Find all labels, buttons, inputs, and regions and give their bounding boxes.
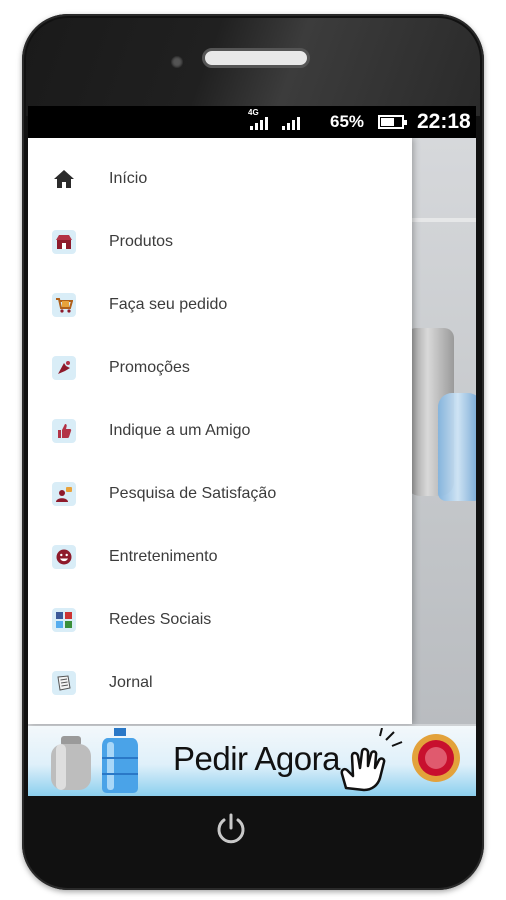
screen: 4G 65% 22:18 Início Produtos Faça seu pe… — [28, 106, 476, 796]
background-band — [408, 218, 476, 222]
water-jug-icon — [102, 728, 138, 793]
menu-item-inicio[interactable]: Início — [28, 150, 412, 208]
speaker-grille — [202, 48, 310, 68]
menu-item-promocoes[interactable]: Promoções — [28, 339, 412, 397]
signal-icon — [250, 116, 268, 130]
gas-cylinder-icon — [51, 736, 91, 790]
clock: 22:18 — [417, 110, 471, 133]
menu-item-label: Início — [109, 170, 148, 187]
signal-icon-secondary — [282, 116, 300, 130]
hand-pointer-icon — [340, 728, 403, 792]
menu-item-label: Jornal — [109, 674, 153, 691]
social-icon — [50, 606, 78, 634]
home-icon — [50, 165, 78, 193]
store-icon — [50, 228, 78, 256]
menu-item-jornal[interactable]: Jornal — [28, 654, 412, 712]
order-now-button-label: Pedir Agora — [173, 740, 340, 777]
battery-icon — [378, 115, 407, 129]
menu-item-label: Pesquisa de Satisfação — [109, 485, 277, 502]
phone-frame: 4G 65% 22:18 Início Produtos Faça seu pe… — [22, 14, 484, 890]
cart-icon — [50, 291, 78, 319]
menu-item-redes-sociais[interactable]: Redes Sociais — [28, 591, 412, 649]
menu-item-label: Promoções — [109, 359, 190, 376]
promo-icon — [50, 354, 78, 382]
menu-item-pesquisa-de-satisfacao[interactable]: Pesquisa de Satisfação — [28, 465, 412, 523]
camera-icon — [171, 56, 183, 68]
battery-level — [381, 118, 394, 126]
newspaper-icon — [50, 669, 78, 697]
water-jug-image — [438, 393, 476, 501]
menu-item-label: Indique a um Amigo — [109, 422, 251, 439]
smiley-icon — [50, 543, 78, 571]
menu-item-produtos[interactable]: Produtos — [28, 213, 412, 271]
menu-item-label: Faça seu pedido — [109, 296, 228, 313]
status-bar: 4G 65% 22:18 — [28, 106, 476, 138]
menu-item-entretenimento[interactable]: Entretenimento — [28, 528, 412, 586]
survey-icon — [50, 480, 78, 508]
battery-percentage: 65% — [330, 112, 365, 131]
menu-item-indique-a-um-amigo[interactable]: Indique a um Amigo — [28, 402, 412, 460]
menu-item-label: Produtos — [109, 233, 174, 250]
thumbs-up-icon — [50, 417, 78, 445]
menu-item-label: Redes Sociais — [109, 611, 212, 628]
phone-top-bezel — [26, 18, 480, 116]
menu-item-label: Entretenimento — [109, 548, 218, 565]
menu-item-faca-seu-pedido[interactable]: Faça seu pedido — [28, 276, 412, 334]
navigation-drawer: Início Produtos Faça seu pedido Promoçõe… — [28, 138, 412, 724]
order-now-banner[interactable]: Pedir Agora — [28, 726, 476, 796]
power-icon[interactable] — [214, 812, 248, 846]
